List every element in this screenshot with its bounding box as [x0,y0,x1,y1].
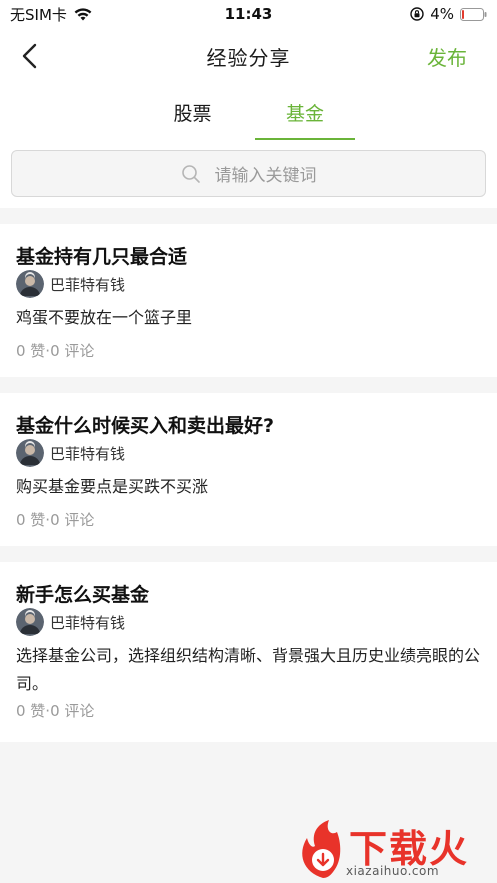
wifi-icon [74,8,92,21]
search-input[interactable]: 请输入关键词 [11,150,486,197]
post-stats: 0 赞·0 评论 [16,342,95,360]
author-name: 巴菲特有钱 [50,275,126,294]
chevron-left-icon [22,43,37,69]
app-screen: 无SIM卡 11:43 4% 经验分享 发布 股票 基金 请输入关键词 基金持有… [0,0,497,883]
post-summary: 购买基金要点是买跌不买涨 [16,477,209,496]
watermark-url: xiazaihuo.com [346,864,440,878]
post-stats: 0 赞·0 评论 [16,702,95,720]
rotation-lock-icon [410,7,424,21]
carrier-label: 无SIM卡 [10,5,67,24]
status-left: 无SIM卡 [10,4,93,25]
tab-stock[interactable]: 股票 [145,84,240,140]
author-row: 巴菲特有钱 [16,608,125,636]
author-row: 巴菲特有钱 [16,270,125,298]
post-title: 基金什么时候买入和卖出最好? [16,415,275,437]
tab-fund[interactable]: 基金 [255,84,355,140]
battery-icon [460,7,487,21]
post-summary: 选择基金公司，选择组织结构清晰、背景强大且历史业绩亮眼的公司。 [16,646,481,693]
author-row: 巴菲特有钱 [16,439,125,467]
post-title: 基金持有几只最合适 [16,246,188,268]
back-button[interactable] [14,40,46,72]
post-card[interactable]: 基金什么时候买入和卖出最好? 巴菲特有钱 购买基金要点是买跌不买涨 0 赞·0 … [0,393,497,546]
search-placeholder: 请输入关键词 [214,166,317,186]
battery-percent: 4% [430,5,454,23]
category-tabs: 股票 基金 [0,84,497,140]
post-card[interactable]: 基金持有几只最合适 巴菲特有钱 鸡蛋不要放在一个篮子里 0 赞·0 评论 [0,224,497,377]
author-name: 巴菲特有钱 [50,444,126,463]
avatar [16,608,44,636]
post-stats: 0 赞·0 评论 [16,511,95,529]
nav-bar: 经验分享 发布 [0,28,497,84]
search-icon [181,164,200,183]
author-name: 巴菲特有钱 [50,613,126,632]
avatar [16,439,44,467]
status-right: 4% [410,5,487,23]
publish-button[interactable]: 发布 [427,42,467,71]
post-summary: 鸡蛋不要放在一个篮子里 [16,308,193,327]
search-area: 请输入关键词 [0,140,497,208]
post-title: 新手怎么买基金 [16,584,150,606]
post-card[interactable]: 新手怎么买基金 巴菲特有钱 选择基金公司，选择组织结构清晰、背景强大且历史业绩亮… [0,562,497,742]
avatar [16,270,44,298]
status-bar: 无SIM卡 11:43 4% [0,0,497,28]
page-title: 经验分享 [206,45,291,70]
